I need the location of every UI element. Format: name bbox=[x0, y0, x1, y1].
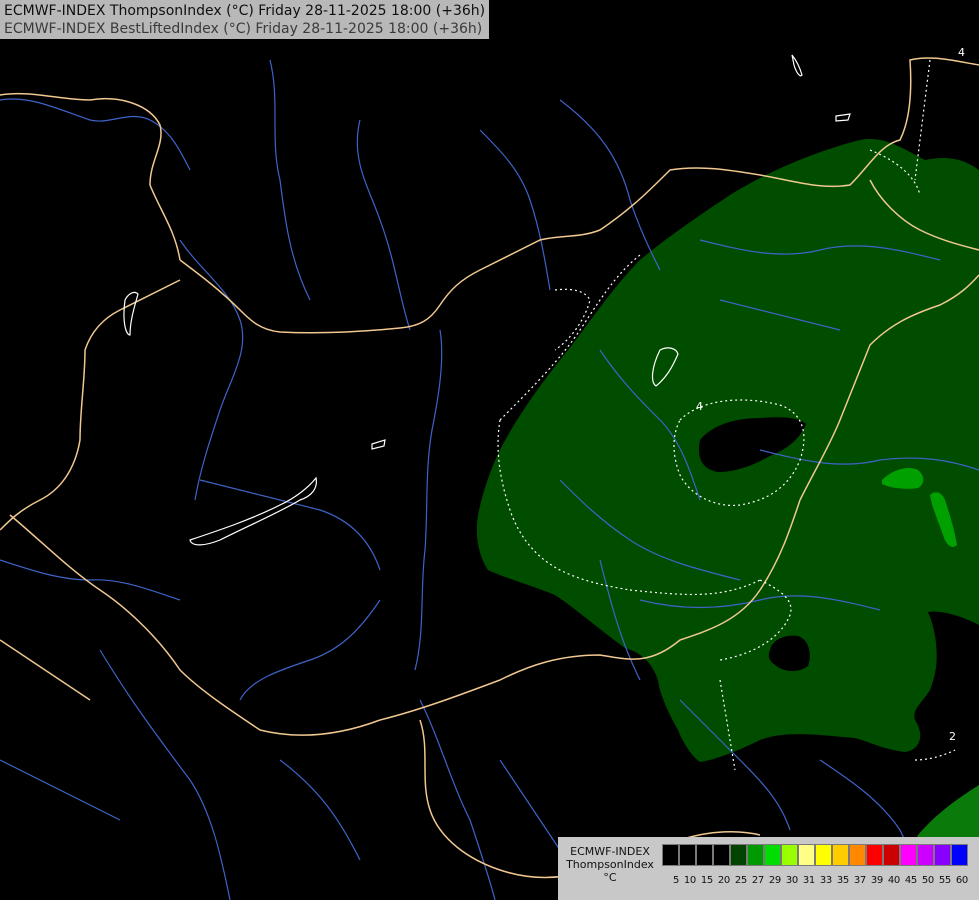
color-legend: ECMWF-INDEX ThompsonIndex °C 5 10 15 20 25 27… bbox=[558, 837, 979, 900]
map-title-primary: ECMWF-INDEX ThompsonIndex (°C) Friday 28… bbox=[4, 3, 486, 19]
legend-swatch bbox=[730, 844, 747, 866]
legend-swatch bbox=[849, 844, 866, 866]
legend-swatch bbox=[866, 844, 883, 866]
legend-swatch bbox=[900, 844, 917, 866]
legend-swatch bbox=[917, 844, 934, 866]
legend-ticks: 5 10 15 20 25 27 29 30 31 33 35 37 39 40 45 50 55 60 bbox=[662, 875, 968, 887]
legend-swatch bbox=[696, 844, 713, 866]
weather-map bbox=[0, 0, 979, 900]
legend-swatch bbox=[798, 844, 815, 866]
legend-title: ECMWF-INDEX ThompsonIndex °C bbox=[560, 845, 660, 884]
legend-swatch bbox=[781, 844, 798, 866]
map-title-box: ECMWF-INDEX ThompsonIndex (°C) Friday 28… bbox=[0, 0, 490, 39]
legend-tick-label: 29 bbox=[768, 875, 781, 886]
legend-swatch bbox=[815, 844, 832, 866]
legend-tick-label: 55 bbox=[938, 875, 951, 886]
legend-tick-label: 33 bbox=[819, 875, 832, 886]
legend-tick-label: 35 bbox=[836, 875, 849, 886]
legend-swatch bbox=[713, 844, 730, 866]
contour-label-center: 4 bbox=[696, 400, 703, 413]
legend-tick-label: 39 bbox=[870, 875, 883, 886]
legend-tick-label: 40 bbox=[887, 875, 900, 886]
legend-tick-label: 31 bbox=[802, 875, 815, 886]
legend-tick-label: 60 bbox=[955, 875, 968, 886]
legend-parameter: ThompsonIndex bbox=[566, 858, 654, 871]
contour-label-bottom-right: 2 bbox=[949, 730, 956, 743]
legend-tick-label: 45 bbox=[904, 875, 917, 886]
legend-swatch bbox=[764, 844, 781, 866]
legend-model: ECMWF-INDEX bbox=[570, 845, 650, 858]
legend-tick-label: 5 bbox=[672, 875, 679, 886]
legend-tick-label: 20 bbox=[717, 875, 730, 886]
map-title-secondary: ECMWF-INDEX BestLiftedIndex (°C) Friday … bbox=[4, 21, 483, 37]
legend-swatches bbox=[662, 844, 968, 866]
legend-tick-label: 27 bbox=[751, 875, 764, 886]
legend-swatch bbox=[747, 844, 764, 866]
legend-swatch bbox=[832, 844, 849, 866]
legend-unit: °C bbox=[603, 871, 617, 884]
legend-swatch bbox=[951, 844, 968, 866]
legend-swatch bbox=[934, 844, 951, 866]
legend-tick-label: 25 bbox=[734, 875, 747, 886]
legend-tick-label: 37 bbox=[853, 875, 866, 886]
legend-swatch bbox=[679, 844, 696, 866]
legend-tick-label: 15 bbox=[700, 875, 713, 886]
contour-label-top-right: 4 bbox=[958, 46, 965, 59]
legend-tick-label: 50 bbox=[921, 875, 934, 886]
legend-tick-label: 30 bbox=[785, 875, 798, 886]
legend-tick-label: 10 bbox=[683, 875, 696, 886]
legend-swatch bbox=[883, 844, 900, 866]
legend-swatch bbox=[662, 844, 679, 866]
